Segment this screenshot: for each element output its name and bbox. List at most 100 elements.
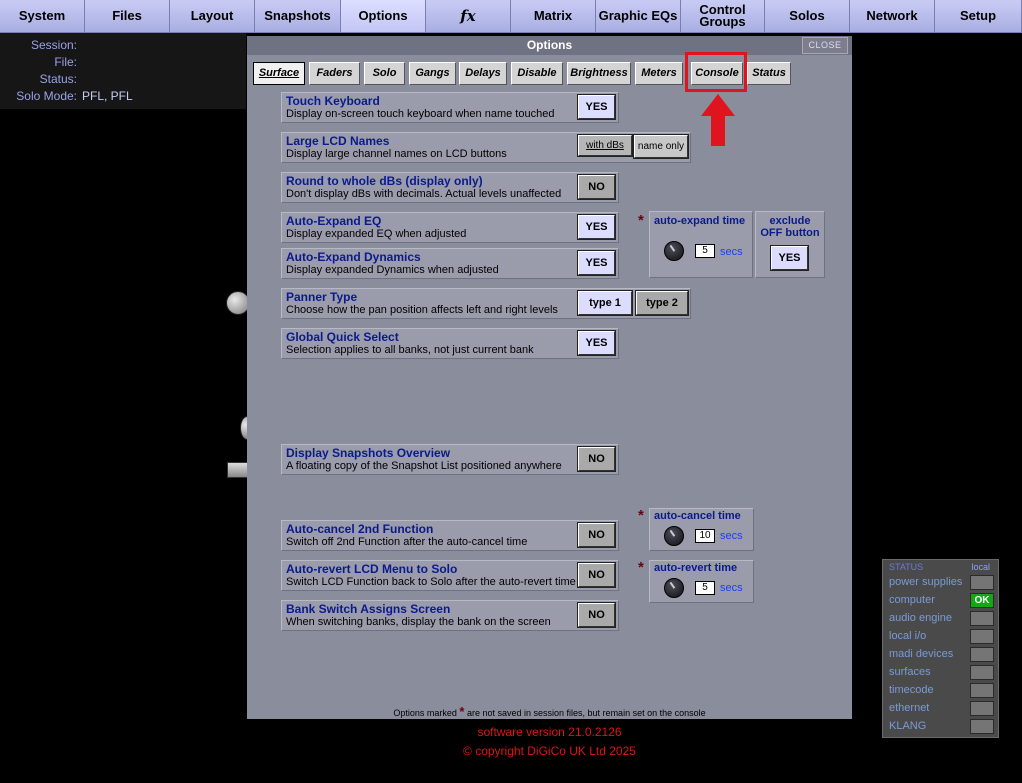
subtab-solo[interactable]: Solo xyxy=(364,62,405,85)
status-indicator xyxy=(970,683,994,698)
tab-options[interactable]: Options xyxy=(341,0,426,33)
option-title: Touch Keyboard xyxy=(286,94,380,108)
status-item-label: audio engine xyxy=(889,612,953,624)
auto-expand-time-box: auto-expand time 5 secs xyxy=(649,211,753,278)
status-row: KLANG xyxy=(883,718,1000,736)
lcd-name-only-button[interactable]: name only xyxy=(633,134,689,159)
close-button[interactable]: CLOSE xyxy=(802,37,848,54)
option-title: Panner Type xyxy=(286,290,358,304)
exclude-off-toggle[interactable]: YES xyxy=(770,245,809,271)
options-panel: Options CLOSE Surface Faders Solo Gangs … xyxy=(247,36,852,719)
status-local-label: local xyxy=(971,562,990,572)
status-row: ethernet xyxy=(883,700,1000,718)
auto-revert-time-box: auto-revert time 5 secs xyxy=(649,560,754,603)
round-dbs-toggle[interactable]: NO xyxy=(577,174,616,200)
lcd-with-dbs-button[interactable]: with dBs xyxy=(577,134,633,157)
off-button-label: OFF button xyxy=(760,227,820,239)
auto-expand-time-unit: secs xyxy=(720,246,743,258)
status-panel: STATUS local power supplies computer OK a… xyxy=(882,559,999,738)
tab-matrix[interactable]: Matrix xyxy=(511,0,596,33)
subtab-status[interactable]: Status xyxy=(747,62,791,85)
status-header: STATUS xyxy=(889,562,924,572)
subtab-disable[interactable]: Disable xyxy=(511,62,563,85)
option-title: Display Snapshots Overview xyxy=(286,446,451,460)
status-item-label: madi devices xyxy=(889,648,954,660)
file-label: File: xyxy=(54,55,77,69)
tab-system[interactable]: System xyxy=(0,0,85,33)
auto-revert-time-value[interactable]: 5 xyxy=(695,581,715,595)
auto-cancel-toggle[interactable]: NO xyxy=(577,522,616,548)
option-panner-type: Panner Type Choose how the pan position … xyxy=(281,288,691,319)
option-description: When switching banks, display the bank o… xyxy=(286,616,551,628)
status-row: computer OK xyxy=(883,592,1000,610)
status-item-label: surfaces xyxy=(889,666,931,678)
not-saved-asterisk: * xyxy=(459,704,465,719)
global-quick-select-toggle[interactable]: YES xyxy=(577,330,616,356)
subtab-faders[interactable]: Faders xyxy=(309,62,360,85)
footer-note-pre: Options marked xyxy=(393,708,457,718)
option-description: Selection applies to all banks, not just… xyxy=(286,344,534,356)
auto-expand-time-label: auto-expand time xyxy=(654,215,746,227)
tab-files[interactable]: Files xyxy=(85,0,170,33)
bank-switch-toggle[interactable]: NO xyxy=(577,602,616,628)
tab-solos[interactable]: Solos xyxy=(765,0,850,33)
tab-snapshots[interactable]: Snapshots xyxy=(255,0,341,33)
auto-expand-dynamics-toggle[interactable]: YES xyxy=(577,250,616,276)
auto-revert-time-label: auto-revert time xyxy=(654,562,738,574)
copyright: © copyright DiGiCo UK Ltd 2025 xyxy=(463,744,636,758)
panel-title: Options xyxy=(247,36,852,55)
snapshots-overview-toggle[interactable]: NO xyxy=(577,446,616,472)
software-version: software version 21.0.2126 xyxy=(477,725,622,739)
footer-note-post: are not saved in session files, but rema… xyxy=(466,708,706,718)
option-bank-switch: Bank Switch Assigns Screen When switchin… xyxy=(281,600,619,631)
option-title: Global Quick Select xyxy=(286,330,399,344)
status-item-label: KLANG xyxy=(889,720,927,732)
option-title: Auto-Expand EQ xyxy=(286,214,382,228)
auto-expand-time-value[interactable]: 5 xyxy=(695,244,715,258)
status-indicator xyxy=(970,719,994,734)
option-global-quick-select: Global Quick Select Selection applies to… xyxy=(281,328,619,359)
auto-cancel-time-box: auto-cancel time 10 secs xyxy=(649,508,754,551)
status-indicator xyxy=(970,647,994,662)
option-auto-expand-eq: Auto-Expand EQ Display expanded EQ when … xyxy=(281,212,619,243)
tab-graphic-eqs[interactable]: Graphic EQs xyxy=(596,0,681,33)
tab-setup[interactable]: Setup xyxy=(935,0,1022,33)
tab-fx[interactable]: fx xyxy=(426,0,511,33)
tab-network[interactable]: Network xyxy=(850,0,935,33)
option-touch-keyboard: Touch Keyboard Display on-screen touch k… xyxy=(281,92,619,123)
auto-cancel-time-dial-icon[interactable] xyxy=(664,526,684,546)
option-description: Choose how the pan position affects left… xyxy=(286,304,558,316)
auto-cancel-time-value[interactable]: 10 xyxy=(695,529,715,543)
panner-type-1-button[interactable]: type 1 xyxy=(577,290,633,316)
tab-control-groups[interactable]: Control Groups xyxy=(681,0,765,33)
option-title: Auto-Expand Dynamics xyxy=(286,250,421,264)
footer-note: Options marked * are not saved in sessio… xyxy=(247,704,852,719)
option-description: Display expanded EQ when adjusted xyxy=(286,228,467,240)
exclude-label: exclude xyxy=(769,215,811,227)
status-row: power supplies xyxy=(883,574,1000,592)
status-row: surfaces xyxy=(883,664,1000,682)
auto-expand-time-dial-icon[interactable] xyxy=(664,241,684,261)
not-saved-asterisk: * xyxy=(638,212,644,229)
auto-expand-eq-toggle[interactable]: YES xyxy=(577,214,616,240)
status-indicator xyxy=(970,611,994,626)
status-row: audio engine xyxy=(883,610,1000,628)
option-description: A floating copy of the Snapshot List pos… xyxy=(286,460,562,472)
option-description: Display on-screen touch keyboard when na… xyxy=(286,108,555,120)
auto-revert-time-dial-icon[interactable] xyxy=(664,578,684,598)
option-description: Switch off 2nd Function after the auto-c… xyxy=(286,536,528,548)
solo-mode-label: Solo Mode: xyxy=(16,89,77,103)
option-description: Don't display dBs with decimals. Actual … xyxy=(286,188,562,200)
subtab-brightness[interactable]: Brightness xyxy=(567,62,631,85)
panner-type-2-button[interactable]: type 2 xyxy=(635,290,689,316)
subtab-meters[interactable]: Meters xyxy=(635,62,683,85)
touch-keyboard-toggle[interactable]: YES xyxy=(577,94,616,120)
tab-layout[interactable]: Layout xyxy=(170,0,255,33)
status-indicator xyxy=(970,665,994,680)
subtab-delays[interactable]: Delays xyxy=(459,62,507,85)
status-indicator xyxy=(970,701,994,716)
subtab-gangs[interactable]: Gangs xyxy=(409,62,456,85)
auto-revert-toggle[interactable]: NO xyxy=(577,562,616,588)
auto-cancel-time-unit: secs xyxy=(720,530,743,542)
subtab-surface[interactable]: Surface xyxy=(253,62,305,85)
